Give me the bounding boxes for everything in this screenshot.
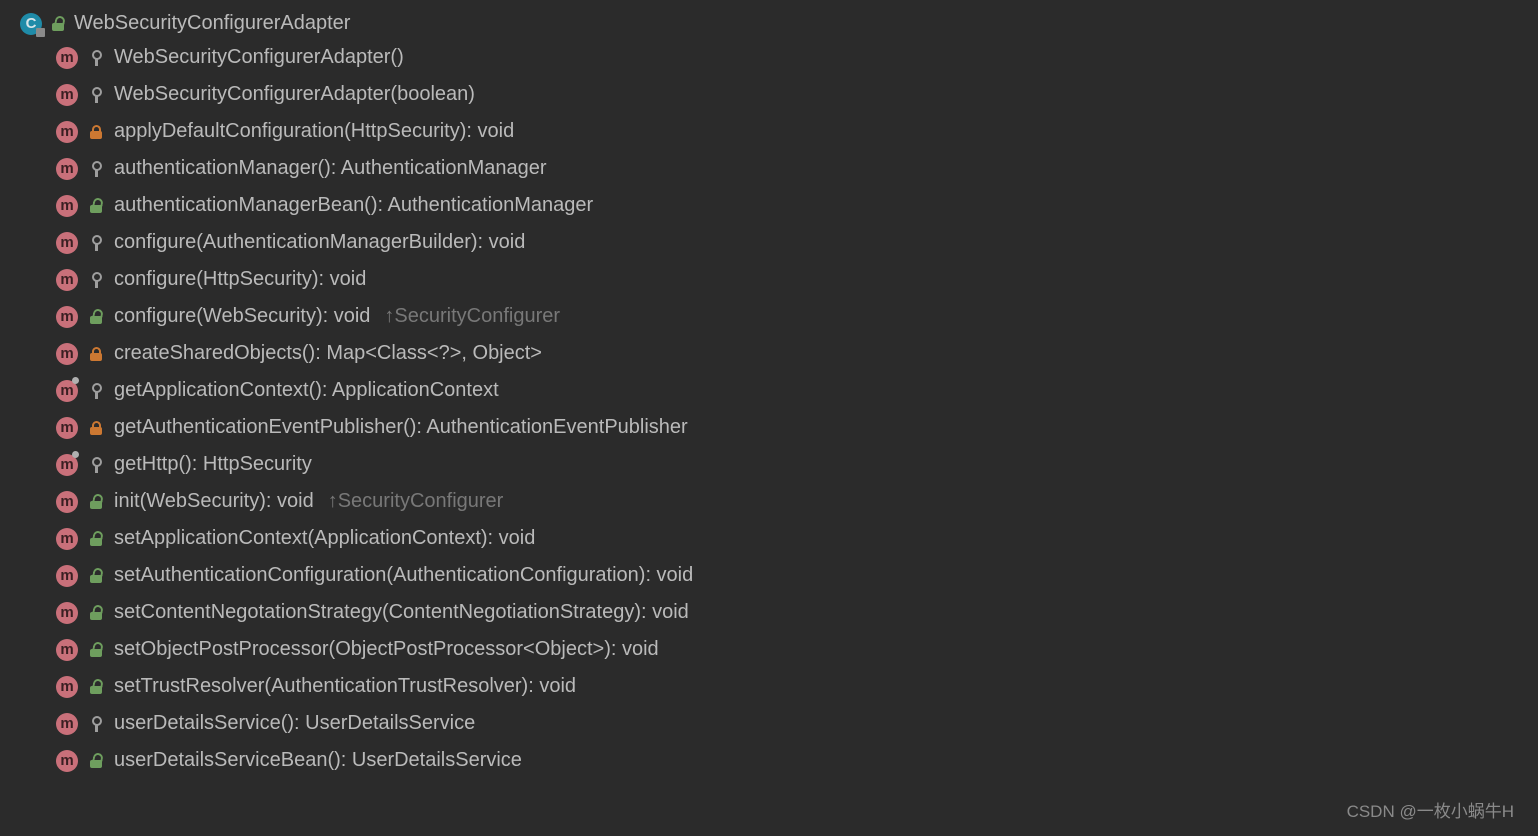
- member-signature: setApplicationContext(ApplicationContext…: [114, 527, 535, 550]
- structure-member-row[interactable]: m getHttp(): HttpSecurity: [0, 446, 1538, 483]
- method-icon: m: [56, 417, 78, 439]
- structure-member-row[interactable]: m setAuthenticationConfiguration(Authenti…: [0, 557, 1538, 594]
- key-icon: [88, 48, 104, 68]
- open-lock-icon: [88, 640, 104, 660]
- structure-members-list: m WebSecurityConfigurerAdapter() m WebSecur…: [0, 39, 1538, 779]
- open-lock-icon: [88, 307, 104, 327]
- key-icon: [88, 159, 104, 179]
- member-signature: getHttp(): HttpSecurity: [114, 453, 312, 476]
- structure-member-row[interactable]: m getAuthenticationEventPublisher(): Auth…: [0, 409, 1538, 446]
- open-lock-icon: [88, 196, 104, 216]
- structure-member-row[interactable]: m userDetailsService(): UserDetailsServic…: [0, 705, 1538, 742]
- open-lock-icon: [88, 603, 104, 623]
- member-signature: configure(AuthenticationManagerBuilder):…: [114, 231, 525, 254]
- structure-member-row[interactable]: m setTrustResolver(AuthenticationTrustRes…: [0, 668, 1538, 705]
- method-icon: m: [56, 47, 78, 69]
- closed-lock-icon: [88, 344, 104, 364]
- structure-member-row[interactable]: m createSharedObjects(): Map<Class<?>, Ob…: [0, 335, 1538, 372]
- key-icon: [88, 270, 104, 290]
- open-lock-icon: [50, 14, 66, 34]
- closed-lock-icon: [88, 418, 104, 438]
- open-lock-icon: [88, 529, 104, 549]
- structure-member-row[interactable]: m configure(AuthenticationManagerBuilder)…: [0, 224, 1538, 261]
- key-icon: [88, 233, 104, 253]
- member-signature: userDetailsServiceBean(): UserDetailsSer…: [114, 749, 522, 772]
- method-icon: m: [56, 158, 78, 180]
- structure-member-row[interactable]: m setApplicationContext(ApplicationContex…: [0, 520, 1538, 557]
- class-name: WebSecurityConfigurerAdapter: [74, 12, 350, 35]
- key-icon: [88, 85, 104, 105]
- class-icon: C: [20, 13, 42, 35]
- open-lock-icon: [88, 566, 104, 586]
- method-icon: m: [56, 454, 78, 476]
- method-icon: m: [56, 306, 78, 328]
- structure-member-row[interactable]: m applyDefaultConfiguration(HttpSecurity)…: [0, 113, 1538, 150]
- method-icon: m: [56, 750, 78, 772]
- open-lock-icon: [88, 677, 104, 697]
- structure-member-row[interactable]: m WebSecurityConfigurerAdapter(boolean): [0, 76, 1538, 113]
- method-icon: m: [56, 713, 78, 735]
- member-signature: setObjectPostProcessor(ObjectPostProcess…: [114, 638, 659, 661]
- structure-member-row[interactable]: m init(WebSecurity): void ↑SecurityConfigu…: [0, 483, 1538, 520]
- method-icon: m: [56, 491, 78, 513]
- member-signature: WebSecurityConfigurerAdapter(): [114, 46, 404, 69]
- structure-member-row[interactable]: m setObjectPostProcessor(ObjectPostProces…: [0, 631, 1538, 668]
- method-icon: m: [56, 602, 78, 624]
- member-signature: setContentNegotationStrategy(ContentNego…: [114, 601, 689, 624]
- member-signature: configure(WebSecurity): void: [114, 305, 370, 328]
- member-signature: applyDefaultConfiguration(HttpSecurity):…: [114, 120, 514, 143]
- method-icon: m: [56, 232, 78, 254]
- structure-member-row[interactable]: m authenticationManager(): Authentication…: [0, 150, 1538, 187]
- structure-member-row[interactable]: m setContentNegotationStrategy(ContentNeg…: [0, 594, 1538, 631]
- method-icon: m: [56, 343, 78, 365]
- member-signature: setTrustResolver(AuthenticationTrustReso…: [114, 675, 576, 698]
- member-signature: authenticationManagerBean(): Authenticat…: [114, 194, 593, 217]
- key-icon: [88, 455, 104, 475]
- member-signature: setAuthenticationConfiguration(Authentic…: [114, 564, 693, 587]
- open-lock-icon: [88, 751, 104, 771]
- structure-member-row[interactable]: m configure(HttpSecurity): void: [0, 261, 1538, 298]
- structure-member-row[interactable]: m configure(WebSecurity): void ↑SecurityCo…: [0, 298, 1538, 335]
- method-icon: m: [56, 639, 78, 661]
- override-indicator: ↑SecurityConfigurer: [328, 490, 504, 513]
- closed-lock-icon: [88, 122, 104, 142]
- key-icon: [88, 714, 104, 734]
- structure-member-row[interactable]: m getApplicationContext(): ApplicationCon…: [0, 372, 1538, 409]
- member-signature: authenticationManager(): AuthenticationM…: [114, 157, 547, 180]
- member-signature: userDetailsService(): UserDetailsService: [114, 712, 475, 735]
- structure-member-row[interactable]: m WebSecurityConfigurerAdapter(): [0, 39, 1538, 76]
- class-header[interactable]: C WebSecurityConfigurerAdapter: [0, 8, 1538, 39]
- method-icon: m: [56, 121, 78, 143]
- structure-member-row[interactable]: m userDetailsServiceBean(): UserDetailsSe…: [0, 742, 1538, 779]
- method-icon: m: [56, 195, 78, 217]
- open-lock-icon: [88, 492, 104, 512]
- method-icon: m: [56, 528, 78, 550]
- method-icon: m: [56, 269, 78, 291]
- method-icon: m: [56, 84, 78, 106]
- member-signature: configure(HttpSecurity): void: [114, 268, 366, 291]
- method-icon: m: [56, 676, 78, 698]
- member-signature: getApplicationContext(): ApplicationCont…: [114, 379, 499, 402]
- member-signature: getAuthenticationEventPublisher(): Authe…: [114, 416, 688, 439]
- member-signature: init(WebSecurity): void: [114, 490, 314, 513]
- watermark: CSDN @一枚小蜗牛H: [1347, 797, 1514, 822]
- member-signature: WebSecurityConfigurerAdapter(boolean): [114, 83, 475, 106]
- method-icon: m: [56, 565, 78, 587]
- key-icon: [88, 381, 104, 401]
- override-indicator: ↑SecurityConfigurer: [384, 305, 560, 328]
- member-signature: createSharedObjects(): Map<Class<?>, Obj…: [114, 342, 542, 365]
- structure-member-row[interactable]: m authenticationManagerBean(): Authentica…: [0, 187, 1538, 224]
- method-icon: m: [56, 380, 78, 402]
